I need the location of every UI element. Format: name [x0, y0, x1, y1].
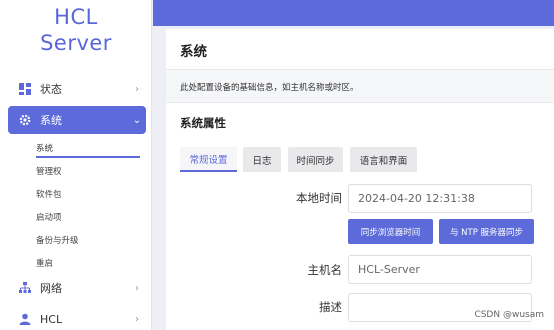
tab-general[interactable]: 常规设置: [180, 147, 237, 172]
submenu-active-indicator: [36, 156, 140, 158]
network-icon: [14, 274, 36, 302]
sidebar-item-label: 状态: [40, 83, 62, 96]
submenu-item-admin[interactable]: 管理权: [36, 165, 62, 177]
tab-time-sync[interactable]: 时间同步: [288, 147, 343, 172]
submenu-item-system[interactable]: 系统: [36, 142, 53, 154]
sidebar-item-label: 网络: [40, 282, 62, 295]
logo-line-1: HCL: [54, 5, 98, 29]
chevron-right-icon: ›: [135, 313, 139, 325]
sidebar-item-label: HCL: [40, 312, 63, 326]
page-title: 系统: [180, 44, 207, 60]
section-title: 系统属性: [180, 116, 226, 130]
page-description: 此处配置设备的基础信息，如主机名称或时区。: [180, 83, 359, 93]
user-icon: [14, 305, 36, 330]
chevron-right-icon: ›: [135, 282, 139, 294]
main-card: 系统 此处配置设备的基础信息，如主机名称或时区。 系统属性 常规设置 日志 时间…: [166, 29, 554, 330]
chevron-down-icon: ⌄: [132, 114, 142, 126]
sidebar-item-hcl[interactable]: HCL ›: [8, 305, 146, 330]
tab-language-ui[interactable]: 语言和界面: [350, 147, 417, 172]
chevron-right-icon: ›: [135, 83, 139, 95]
hostname-label: 主机名: [307, 263, 343, 277]
sidebar-item-network[interactable]: 网络 ›: [8, 274, 146, 302]
gear-icon: [14, 106, 36, 134]
sidebar-item-status[interactable]: 状态 ›: [8, 75, 146, 103]
sync-ntp-button[interactable]: 与 NTP 服务器同步: [439, 219, 534, 244]
local-time-field: 2024-04-20 12:31:38: [348, 184, 532, 213]
sync-browser-time-button[interactable]: 同步浏览器时间: [348, 219, 433, 244]
submenu-item-backup[interactable]: 备份与升级: [36, 234, 79, 246]
submenu-item-reboot[interactable]: 重启: [36, 257, 53, 269]
submenu-item-packages[interactable]: 软件包: [36, 188, 62, 200]
description-bar: 此处配置设备的基础信息，如主机名称或时区。: [166, 69, 554, 103]
logo-line-2: Server: [40, 31, 112, 55]
sidebar-item-label: 系统: [40, 114, 62, 127]
app-logo: HCL Server: [0, 4, 152, 56]
tab-log[interactable]: 日志: [243, 147, 281, 172]
top-bar: [153, 0, 554, 26]
local-time-label: 本地时间: [296, 191, 342, 205]
hostname-input[interactable]: HCL-Server: [348, 255, 532, 284]
submenu-item-startup[interactable]: 启动项: [36, 211, 62, 223]
grid-icon: [14, 75, 36, 103]
description-label: 描述: [319, 300, 342, 314]
watermark: CSDN @wusam: [474, 310, 544, 320]
sidebar: HCL Server 状态 › 系统 ⌄ 系统 管理权 软件包 启动项 备份与升…: [0, 0, 152, 330]
sidebar-item-system[interactable]: 系统 ⌄: [8, 106, 146, 134]
